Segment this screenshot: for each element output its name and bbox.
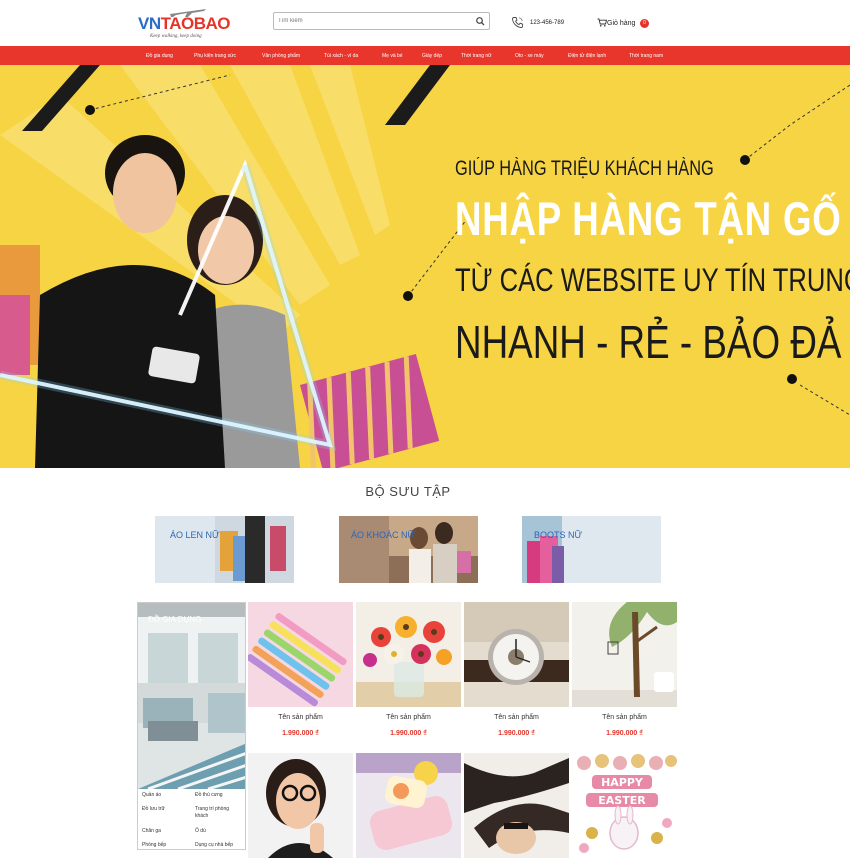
- site-logo[interactable]: VNTAOBAO Keep walking, keep doing: [138, 6, 238, 42]
- easter-balloon-lettering: HAPPY: [601, 776, 644, 789]
- nav-item-phu-kien[interactable]: Phụ kiện trang sức: [194, 53, 236, 59]
- highlighter-pens-icon: [248, 602, 353, 707]
- cart-icon[interactable]: [597, 18, 607, 27]
- product-price: 1.990.000 ₫: [606, 730, 643, 737]
- phone-icon: [512, 17, 524, 28]
- pencil-case-icon: [356, 753, 461, 858]
- stockings-icon: [464, 753, 569, 858]
- category-link[interactable]: Đồ thú cưng: [195, 792, 223, 799]
- search-box: [273, 12, 490, 30]
- category-link[interactable]: Phòng bếp: [142, 842, 166, 849]
- search-icon[interactable]: [475, 16, 486, 27]
- product-price: 1.990.000 ₫: [390, 730, 427, 737]
- site-header: VNTAOBAO Keep walking, keep doing 123-45…: [0, 0, 850, 46]
- category-link[interactable]: Quần áo: [142, 792, 161, 799]
- collection-image: [522, 516, 661, 583]
- category-image: [138, 603, 245, 789]
- collection-card-boots[interactable]: BOOTS NỮ: [522, 516, 661, 583]
- logo-wordmark: VNTAOBAO: [138, 14, 231, 33]
- banner-line-2: NHẬP HÀNG TẬN GỐ: [455, 192, 842, 245]
- hotline-number[interactable]: 123-456-789: [530, 20, 564, 26]
- banner-line-4: NHANH - RẺ - BẢO ĐẢ: [455, 316, 842, 368]
- nav-item-giay-dep[interactable]: Giày dép: [422, 53, 442, 59]
- collection-label: ÁO KHOÁC NỮ: [351, 530, 416, 540]
- nav-item-van-phong-pham[interactable]: Văn phòng phẩm: [262, 53, 300, 59]
- category-link[interactable]: Đồ lưu trữ: [142, 806, 165, 813]
- category-title[interactable]: ĐỒ GIA DỤNG: [148, 615, 201, 624]
- product-price: 1.990.000 ₫: [498, 730, 535, 737]
- flower-vase-icon: [356, 602, 461, 707]
- collection-card-ao-len[interactable]: ÁO LEN NỮ: [155, 516, 294, 583]
- hero-banner[interactable]: GIÚP HÀNG TRIỆU KHÁCH HÀNG NHẬP HÀNG TẬN…: [0, 65, 850, 468]
- easter-balloon-lettering: EASTER: [598, 794, 646, 807]
- nav-item-dien-tu[interactable]: Điện tử điện lạnh: [568, 53, 606, 59]
- cart-count-badge: 0: [640, 19, 649, 28]
- collection-image: [155, 516, 294, 583]
- collection-label: ÁO LEN NỮ: [170, 530, 220, 540]
- product-name[interactable]: Tên sản phẩm: [464, 714, 569, 721]
- category-link[interactable]: Dụng cụ nhà bếp: [195, 842, 233, 849]
- category-link[interactable]: Trang trí phòng khách: [195, 806, 243, 820]
- category-link[interactable]: Ô dù: [195, 828, 206, 835]
- collection-title: BỘ SƯU TẬP: [365, 484, 451, 499]
- main-nav: Đồ gia dụng Phụ kiện trang sức Văn phòng…: [0, 46, 850, 65]
- product-name[interactable]: Tên sản phẩm: [572, 714, 677, 721]
- banner-line-1: GIÚP HÀNG TRIỆU KHÁCH HÀNG: [455, 157, 714, 180]
- category-link[interactable]: Chăn ga: [142, 828, 161, 835]
- product-price: 1.990.000 ₫: [282, 730, 319, 737]
- banner-line-3: TỪ CÁC WEBSITE UY TÍN TRUNG QU: [455, 262, 850, 298]
- product-name[interactable]: Tên sản phẩm: [356, 714, 461, 721]
- nav-item-tui-xach[interactable]: Túi xách - ví da: [324, 53, 358, 59]
- cart-label[interactable]: Giỏ hàng: [607, 20, 635, 27]
- logo-tagline: Keep walking, keep doing: [150, 34, 202, 39]
- category-box: ĐỒ GIA DỤNG Quần áo Đồ thú cưng Đồ lưu t…: [137, 602, 246, 850]
- product-name[interactable]: Tên sản phẩm: [248, 714, 353, 721]
- tree-wall-sticker-icon: [572, 602, 677, 707]
- nav-item-me-va-be[interactable]: Mẹ và bé: [382, 53, 403, 59]
- collection-image: [339, 516, 478, 583]
- nav-item-do-gia-dung[interactable]: Đồ gia dụng: [146, 53, 173, 59]
- nav-item-oto-xe-may[interactable]: Oto - xe máy: [515, 53, 544, 59]
- nav-item-thoi-trang-nam[interactable]: Thời trang nam: [629, 53, 663, 59]
- collection-card-ao-khoac[interactable]: ÁO KHOÁC NỮ: [339, 516, 478, 583]
- wrist-watch-icon: [464, 602, 569, 707]
- nav-item-thoi-trang-nu[interactable]: Thời trang nữ: [461, 53, 492, 59]
- search-input[interactable]: [278, 15, 468, 27]
- easter-balloons-icon: HAPPY EASTER: [572, 753, 677, 858]
- collection-label: BOOTS NỮ: [534, 530, 583, 540]
- woman-glasses-icon: [248, 753, 353, 858]
